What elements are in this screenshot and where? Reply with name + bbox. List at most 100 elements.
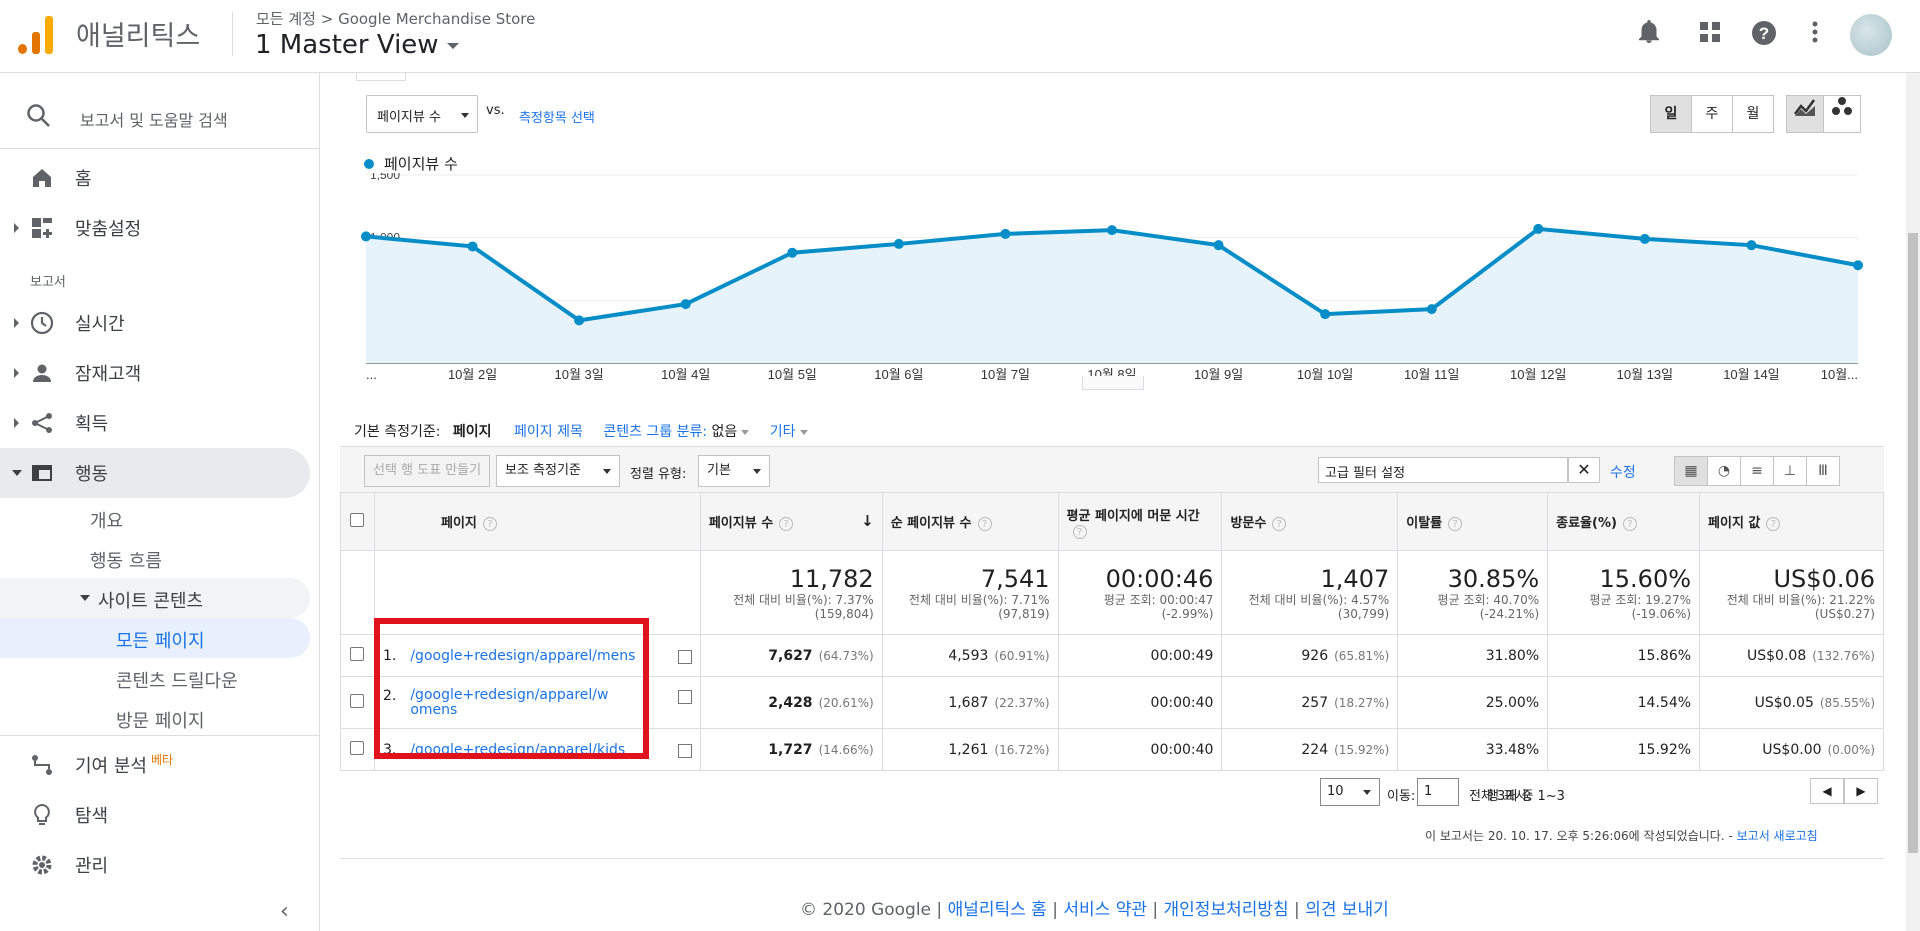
pie-view-icon[interactable]: ◔	[1707, 456, 1741, 486]
edit-filter-link[interactable]: 수정	[1610, 462, 1636, 482]
data-point[interactable]	[787, 247, 798, 258]
sidebar-item-explore[interactable]: 탐색	[0, 790, 310, 840]
period-day-button[interactable]: 일	[1650, 95, 1692, 133]
data-point[interactable]	[680, 299, 691, 310]
row-checkbox[interactable]	[350, 740, 365, 755]
advanced-filter-input[interactable]: 고급 필터 설정	[1318, 457, 1568, 483]
data-point[interactable]	[467, 241, 478, 252]
sidebar-item-customization[interactable]: 맞춤설정	[0, 203, 310, 253]
plot-rows-button[interactable]: 선택 행 도표 만들기	[364, 455, 491, 487]
open-page-icon[interactable]	[677, 689, 692, 704]
next-page-button[interactable]: ▶	[1844, 778, 1878, 804]
sidebar-item-behavior[interactable]: 행동	[0, 448, 310, 498]
row-checkbox[interactable]	[350, 646, 365, 661]
sidebar-item-admin[interactable]: 관리	[0, 840, 310, 890]
open-page-icon[interactable]	[677, 743, 692, 758]
data-point[interactable]	[1107, 225, 1117, 236]
prev-page-button[interactable]: ◀	[1810, 778, 1844, 804]
header-bounce-rate[interactable]: 이탈률?	[1397, 492, 1549, 551]
metric-dropdown[interactable]: 페이지뷰 수	[366, 95, 478, 133]
header-page-value[interactable]: 페이지 값?	[1699, 492, 1884, 551]
more-vert-icon[interactable]	[1800, 20, 1830, 50]
header-avg-time[interactable]: 평균 페이지에 머문 시간?	[1057, 492, 1223, 551]
secondary-dimension-dropdown[interactable]: 보조 측정기준	[496, 455, 620, 487]
sidebar-sub-drilldown[interactable]: 콘텐츠 드릴다운	[0, 658, 310, 698]
view-selector[interactable]: 1 Master View	[255, 30, 459, 60]
performance-view-icon[interactable]: ≡	[1740, 456, 1774, 486]
select-all-checkbox[interactable]	[350, 512, 365, 527]
sidebar-search[interactable]: 보고서 및 도움말 검색	[0, 93, 320, 143]
sidebar-item-realtime[interactable]: 실시간	[0, 298, 310, 348]
help-icon[interactable]: ?	[1272, 517, 1287, 531]
app-name[interactable]: 애널리틱스	[76, 14, 200, 53]
help-icon[interactable]: ?	[1622, 517, 1637, 531]
bell-icon[interactable]	[1634, 20, 1664, 50]
footer-link-feedback[interactable]: 의견 보내기	[1305, 900, 1389, 920]
help-icon[interactable]: ?	[482, 517, 497, 531]
footer-link-analytics-home[interactable]: 애널리틱스 홈	[948, 900, 1047, 920]
header-unique-pageviews[interactable]: 순 페이지뷰 수?	[881, 492, 1059, 551]
header-pageviews[interactable]: 페이지뷰 수? ↓	[699, 492, 883, 551]
data-point[interactable]	[574, 315, 585, 326]
sidebar-sub-landing[interactable]: 방문 페이지	[0, 698, 310, 738]
data-point[interactable]	[1000, 228, 1011, 239]
help-icon[interactable]: ?	[1072, 524, 1087, 539]
chart-collapse-tab[interactable]	[1082, 376, 1144, 390]
data-point[interactable]	[893, 238, 904, 249]
dimension-page[interactable]: 페이지	[453, 424, 492, 440]
footer-divider	[340, 858, 1884, 859]
select-metric-link[interactable]: 측정항목 선택	[519, 107, 595, 126]
sidebar-item-home[interactable]: 홈	[0, 153, 310, 203]
table-view-icon[interactable]: ▦	[1674, 456, 1708, 486]
sidebar-sub-all-pages[interactable]: 모든 페이지	[0, 618, 310, 658]
analytics-logo[interactable]	[18, 16, 54, 54]
open-page-icon[interactable]	[677, 649, 692, 664]
sidebar-item-acquisition[interactable]: 획득	[0, 398, 310, 448]
header-exit-rate[interactable]: 종료율(%)?	[1547, 492, 1701, 551]
clear-filter-icon[interactable]: ✕	[1568, 457, 1600, 483]
chevron-down-icon	[446, 42, 459, 49]
page-scrollbar[interactable]	[1906, 73, 1920, 931]
help-icon[interactable]: ?	[1766, 517, 1781, 531]
data-point[interactable]	[1213, 240, 1224, 251]
data-point[interactable]	[1746, 240, 1757, 251]
data-point[interactable]	[1320, 309, 1331, 320]
header-entrances[interactable]: 방문수?	[1221, 492, 1399, 551]
footer-link-terms[interactable]: 서비스 약관	[1063, 900, 1147, 920]
comparison-view-icon[interactable]: ⊥	[1773, 456, 1807, 486]
apps-grid-icon[interactable]	[1695, 20, 1725, 50]
sidebar-sub-site-content[interactable]: 사이트 콘텐츠	[0, 578, 310, 618]
help-icon[interactable]: ?	[977, 517, 992, 531]
help-icon[interactable]: ?	[1749, 20, 1779, 50]
goto-page-input[interactable]: 1	[1417, 778, 1459, 806]
footer-link-privacy[interactable]: 개인정보처리방침	[1164, 900, 1289, 920]
data-point[interactable]	[1853, 260, 1863, 271]
collapse-sidebar-icon[interactable]: ‹	[280, 899, 289, 924]
data-point[interactable]	[1426, 304, 1437, 315]
data-point[interactable]	[361, 231, 371, 242]
breadcrumb[interactable]: 모든 계정 > Google Merchandise Store	[256, 8, 535, 29]
row-checkbox[interactable]	[350, 693, 365, 708]
pivot-view-icon[interactable]: Ⅲ	[1806, 456, 1840, 486]
refresh-report-link[interactable]: 보고서 새로고침	[1737, 829, 1818, 843]
motion-chart-icon[interactable]	[1823, 95, 1861, 133]
help-icon[interactable]: ?	[1448, 517, 1463, 531]
line-chart-icon[interactable]	[1786, 95, 1824, 133]
sort-type-dropdown[interactable]: 기본	[698, 455, 770, 487]
scrollbar-thumb[interactable]	[1908, 233, 1918, 853]
period-month-button[interactable]: 월	[1732, 95, 1774, 133]
sidebar-item-attribution[interactable]: 기여 분석 베타	[0, 740, 310, 790]
dimension-other[interactable]: 기타	[770, 424, 808, 440]
dimension-content-group[interactable]: 콘텐츠 그룹 분류: 없음	[603, 424, 750, 440]
help-icon[interactable]: ?	[779, 517, 794, 531]
avatar[interactable]	[1850, 14, 1892, 56]
data-point[interactable]	[1639, 233, 1650, 244]
header-page[interactable]: 페이지?	[373, 492, 701, 551]
rows-per-page-select[interactable]: 10	[1320, 778, 1380, 806]
sidebar-sub-overview[interactable]: 개요	[0, 498, 310, 538]
sidebar-sub-flow[interactable]: 행동 흐름	[0, 538, 310, 578]
period-week-button[interactable]: 주	[1691, 95, 1733, 133]
dimension-page-title[interactable]: 페이지 제목	[514, 424, 583, 440]
sidebar-item-audience[interactable]: 잠재고객	[0, 348, 310, 398]
data-point[interactable]	[1533, 223, 1544, 234]
